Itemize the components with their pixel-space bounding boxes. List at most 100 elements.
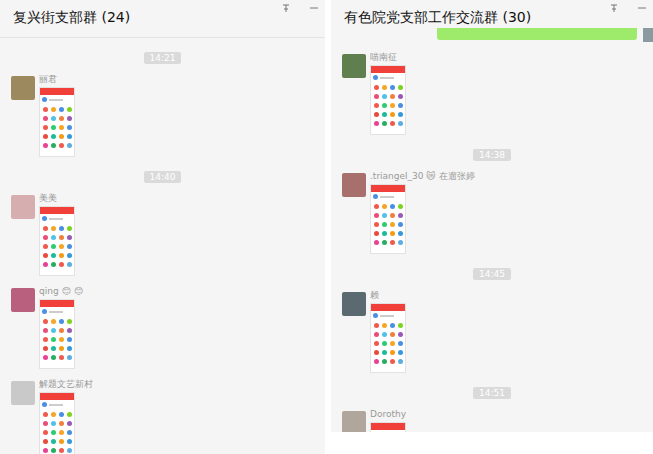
avatar[interactable] (11, 76, 35, 100)
app-line (380, 77, 394, 79)
image-message[interactable] (39, 299, 75, 369)
image-message[interactable] (39, 87, 75, 157)
app-icon (398, 240, 403, 245)
app-logo-icon (373, 313, 378, 318)
pin-icon[interactable] (281, 3, 291, 13)
app-logo-icon (42, 97, 47, 102)
app-icon (398, 213, 403, 218)
app-icon (59, 116, 64, 121)
app-icon (382, 341, 387, 346)
app-header (40, 393, 74, 400)
app-icon (43, 337, 48, 342)
app-icon (59, 337, 64, 342)
image-message[interactable] (39, 206, 75, 276)
app-header (40, 207, 74, 214)
app-grid (40, 409, 74, 454)
app-icon (59, 439, 64, 444)
app-icon (59, 430, 64, 435)
app-icon (51, 319, 56, 324)
app-icon (390, 94, 395, 99)
app-icon (374, 103, 379, 108)
sender-name: 丽君 (39, 74, 75, 85)
sender-name: Dorothy (370, 409, 406, 420)
app-line (380, 315, 394, 317)
self-avatar[interactable] (643, 28, 653, 42)
app-icon (390, 112, 395, 117)
app-icon (398, 350, 403, 355)
app-grid (40, 223, 74, 270)
app-icon (374, 222, 379, 227)
sent-bubble[interactable] (437, 28, 637, 40)
app-icon (59, 226, 64, 231)
app-grid (371, 320, 405, 367)
app-icon (59, 125, 64, 130)
image-message[interactable] (370, 65, 406, 135)
app-icon (43, 319, 48, 324)
app-icon (67, 439, 72, 444)
avatar[interactable] (342, 292, 366, 316)
window-controls (609, 0, 647, 13)
message-row: qing 😊 😊 (0, 286, 325, 369)
avatar[interactable] (342, 411, 366, 432)
app-icon (382, 112, 387, 117)
app-icon (51, 235, 56, 240)
app-icon (398, 121, 403, 126)
time-stamp: 14:40 (144, 171, 182, 183)
app-logo-icon (42, 402, 47, 407)
time-stamp: 14:38 (473, 149, 511, 161)
app-icon (51, 226, 56, 231)
time-stamp: 14:51 (473, 387, 511, 399)
app-info (40, 307, 74, 316)
app-line (49, 404, 63, 406)
app-icon (67, 337, 72, 342)
app-icon (67, 235, 72, 240)
app-icon (67, 319, 72, 324)
message-body: .triangel_30 😿 在遛张婷 (370, 171, 475, 254)
app-icon (51, 412, 56, 417)
minimize-icon[interactable] (637, 3, 647, 13)
app-icon (374, 323, 379, 328)
app-icon (67, 262, 72, 267)
app-icon (67, 355, 72, 360)
message-row: 美美 (0, 193, 325, 276)
app-icon (390, 204, 395, 209)
sent-message (331, 28, 653, 42)
message-body: 赖 (370, 290, 406, 373)
avatar[interactable] (342, 54, 366, 78)
app-icon (51, 107, 56, 112)
app-icon (374, 94, 379, 99)
image-message[interactable] (370, 303, 406, 373)
app-icon (374, 231, 379, 236)
image-message[interactable] (370, 422, 406, 432)
window-controls (281, 0, 319, 13)
app-logo-icon (373, 194, 378, 199)
desktop: 复兴街支部群 (24)14:21丽君14:40美美qing 😊 😊解题文艺新村有… (0, 0, 653, 454)
app-icon (51, 116, 56, 121)
sender-name: 美美 (39, 193, 75, 204)
app-icon (43, 439, 48, 444)
image-message[interactable] (39, 392, 75, 454)
avatar[interactable] (11, 381, 35, 405)
app-icon (390, 103, 395, 108)
image-message[interactable] (370, 184, 406, 254)
app-icon (59, 107, 64, 112)
app-icon (67, 421, 72, 426)
app-icon (398, 332, 403, 337)
pin-icon[interactable] (609, 3, 619, 13)
avatar[interactable] (11, 288, 35, 312)
app-icon (382, 231, 387, 236)
chat-window: 复兴街支部群 (24)14:21丽君14:40美美qing 😊 😊解题文艺新村 (0, 0, 325, 454)
app-icon (51, 421, 56, 426)
app-icon (390, 240, 395, 245)
app-icon (398, 85, 403, 90)
app-icon (59, 262, 64, 267)
app-icon (374, 112, 379, 117)
app-icon (43, 125, 48, 130)
app-icon (59, 421, 64, 426)
app-icon (51, 430, 56, 435)
avatar[interactable] (342, 173, 366, 197)
app-logo-icon (42, 216, 47, 221)
app-icon (382, 222, 387, 227)
minimize-icon[interactable] (309, 3, 319, 13)
avatar[interactable] (11, 195, 35, 219)
